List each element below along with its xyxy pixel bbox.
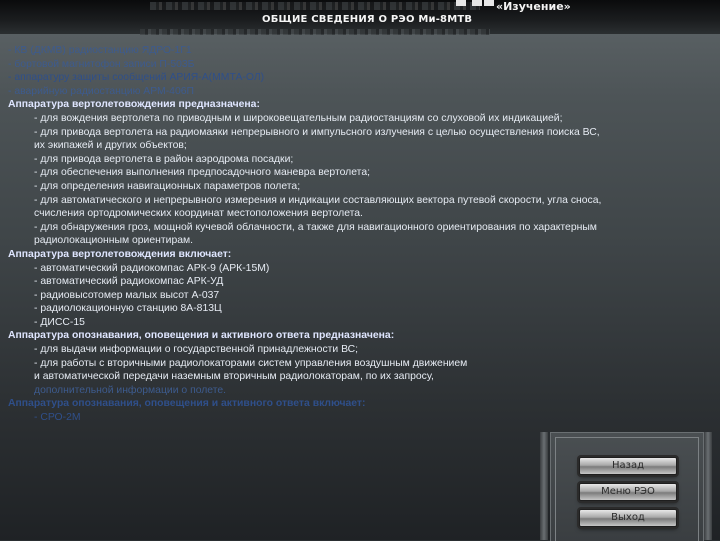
- section-heading: Аппаратура опознавания, оповещения и акт…: [8, 330, 395, 342]
- text-line: счисления ортодромических координат мест…: [34, 208, 363, 220]
- panel-frame-left: [540, 432, 548, 540]
- text-line: - ДИСС-15: [34, 316, 85, 328]
- mode-label: «Изучение»: [496, 0, 571, 13]
- header-decoration: [150, 2, 480, 10]
- header-mark: [484, 0, 494, 6]
- header-bar: «Изучение» ОБЩИЕ СВЕДЕНИЯ О РЭО Ми-8МТВ: [0, 0, 720, 35]
- text-line: - для привода вертолета на радиомаяки не…: [34, 126, 600, 138]
- text-line: и автоматической передачи наземным втори…: [34, 371, 434, 383]
- navigation-panel: Назад Меню РЭО Выход: [550, 432, 704, 541]
- panel-frame-right: [704, 432, 712, 540]
- text-line: - для обеспечения выполнения предпосадоч…: [34, 167, 370, 179]
- text-line: - КВ (ДКМВ) радиостанцию ЯДРО-1Г1: [8, 45, 192, 56]
- text-line: дополнительной информации о полете.: [34, 384, 227, 396]
- text-line: - автоматический радиокомпас АРК-9 (АРК-…: [34, 262, 270, 274]
- text-line: - для привода вертолета в район аэродром…: [34, 153, 294, 165]
- page-title: ОБЩИЕ СВЕДЕНИЯ О РЭО Ми-8МТВ: [262, 14, 473, 25]
- text-line: радиолокационным ориентирам.: [34, 235, 194, 247]
- text-line: - радиолокационную станцию 8А-813Ц: [34, 303, 222, 315]
- text-line: - СРО-2М: [34, 412, 81, 424]
- section-heading: Аппаратура вертолетовождения предназначе…: [8, 99, 260, 111]
- text-line: - для автоматического и непрерывного изм…: [34, 194, 602, 206]
- back-button[interactable]: Назад: [579, 457, 677, 475]
- section-heading: Аппаратура вертолетовождения включает:: [8, 248, 232, 260]
- text-line: - радиовысотомер малых высот А-037: [34, 289, 220, 301]
- reo-menu-button[interactable]: Меню РЭО: [579, 483, 677, 501]
- exit-button[interactable]: Выход: [579, 509, 677, 527]
- text-line: - для вождения вертолета по приводным и …: [34, 112, 563, 124]
- content-text: - КВ (ДКМВ) радиостанцию ЯДРО-1Г1 - борто…: [8, 44, 708, 425]
- text-line: - аварийную радиостанцию АРМ-406П: [8, 85, 194, 97]
- text-line: - для определения навигационных параметр…: [34, 180, 301, 192]
- text-line: - для обнаружения гроз, мощной кучевой о…: [34, 221, 597, 233]
- header-band: [140, 29, 490, 35]
- text-line: - аппаратуру защиты сообщений АРИЯ-А(ММТ…: [8, 72, 265, 84]
- text-line: - для выдачи информации о государственно…: [34, 344, 359, 356]
- header-mark: [456, 0, 466, 6]
- section-heading: Аппаратура опознавания, оповещения и акт…: [8, 398, 366, 410]
- text-line: их экипажей и других объектов;: [34, 140, 187, 152]
- text-line: - автоматический радиокомпас АРК-УД: [34, 276, 224, 288]
- text-line: - бортовой магнитофон записи П-503Б: [8, 58, 195, 70]
- header-mark: [472, 0, 482, 6]
- text-line: - для работы с вторичными радиолокаторам…: [34, 357, 468, 369]
